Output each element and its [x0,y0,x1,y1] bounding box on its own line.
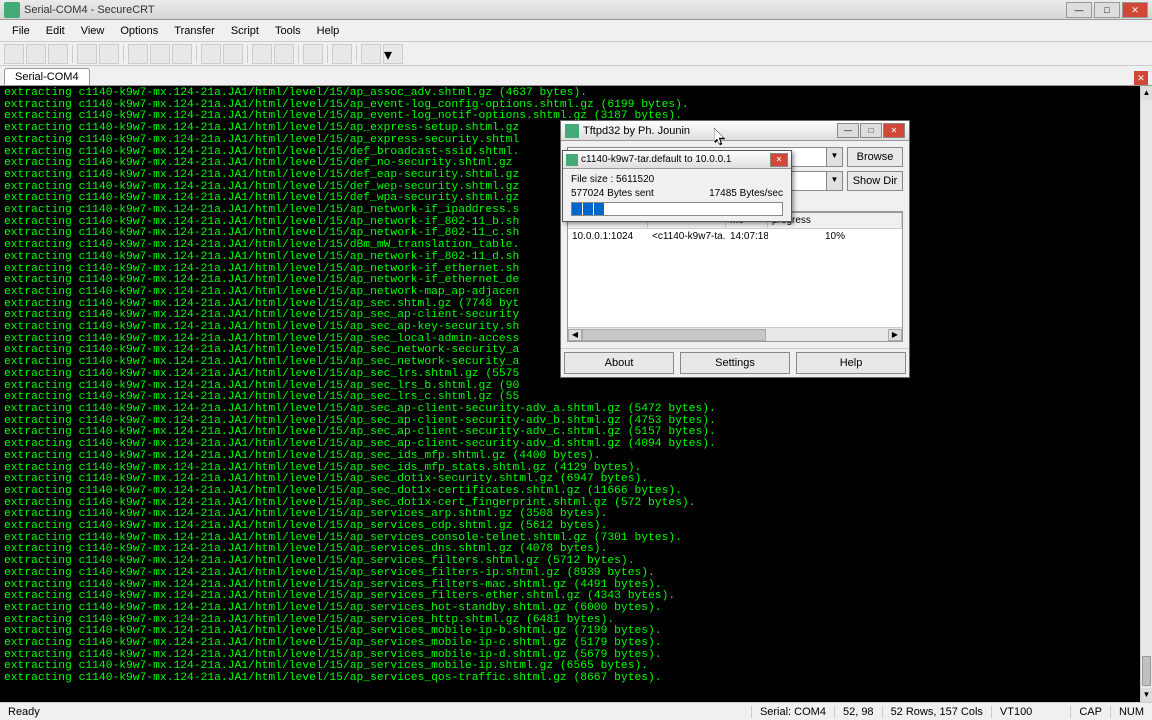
tool-globe-icon[interactable] [332,44,352,64]
tab-close-button[interactable]: ✕ [1134,71,1148,85]
tabbar: Serial-COM4 ✕ [0,66,1152,86]
status-cap: CAP [1070,706,1110,718]
progress-rate: 17485 Bytes/sec [709,188,783,199]
tftpd32-icon [565,124,579,138]
tftp-scroll-right-icon[interactable]: ▶ [888,329,902,341]
progress-bar [571,202,783,216]
maximize-button[interactable]: □ [1094,2,1120,18]
tool-sftp-icon[interactable] [361,44,381,64]
tool-reconnect-icon[interactable] [48,44,68,64]
tftp-dir-dropdown-icon[interactable]: ▼ [827,147,843,167]
scroll-down-icon[interactable]: ▼ [1141,688,1152,702]
scroll-up-icon[interactable]: ▲ [1141,86,1152,100]
tool-newtab-icon[interactable] [99,44,119,64]
progress-filesize: File size : 5611520 [571,174,654,185]
tool-find-icon[interactable] [172,44,192,64]
menu-view[interactable]: View [73,23,113,39]
tftp-list-row[interactable]: 10.0.0.1:1024 <c1140-k9w7-ta.. 14:07:18 … [568,229,902,244]
tool-connect-icon[interactable] [4,44,24,64]
tool-disconnect-icon[interactable] [77,44,97,64]
toolbar: ▾ [0,42,1152,66]
tool-dropdown-icon[interactable]: ▾ [383,44,403,64]
menu-tools[interactable]: Tools [267,23,309,39]
status-size: 52 Rows, 157 Cols [882,706,991,718]
tftp-cell-peer: 10.0.0.1:1024 [568,229,648,244]
tftpd32-titlebar[interactable]: Tftpd32 by Ph. Jounin — □ ✕ [561,121,909,141]
close-button[interactable]: ✕ [1122,2,1148,18]
scroll-thumb[interactable] [1142,656,1151,686]
window-title: Serial-COM4 - SecureCRT [24,4,1066,16]
tftp-cell-time: 14:07:18 [726,229,768,244]
status-num: NUM [1110,706,1152,718]
status-port: Serial: COM4 [751,706,834,718]
tftp-server-dropdown-icon[interactable]: ▼ [827,171,843,191]
help-button[interactable]: Help [796,352,906,374]
settings-button[interactable]: Settings [680,352,790,374]
browse-button[interactable]: Browse [847,147,903,167]
tftp-cell-file: <c1140-k9w7-ta.. [648,229,726,244]
tftp-close-button[interactable]: ✕ [883,123,905,138]
tool-options-icon[interactable] [252,44,272,64]
tool-sessionopts-icon[interactable] [274,44,294,64]
status-pos: 52, 98 [834,706,882,718]
tftp-maximize-button[interactable]: □ [860,123,882,138]
progress-titlebar[interactable]: c1140-k9w7-tar.default to 10.0.0.1 ✕ [563,151,791,169]
menu-help[interactable]: Help [309,23,348,39]
minimize-button[interactable]: — [1066,2,1092,18]
main-titlebar[interactable]: Serial-COM4 - SecureCRT — □ ✕ [0,0,1152,20]
tool-quickconnect-icon[interactable] [26,44,46,64]
app-icon [4,2,20,18]
tool-help-icon[interactable] [303,44,323,64]
tool-paste-icon[interactable] [150,44,170,64]
menu-transfer[interactable]: Transfer [166,23,223,39]
tftp-horizontal-scrollbar[interactable]: ◀ ▶ [568,327,902,341]
progress-sent: 577024 Bytes sent [571,188,654,199]
showdir-button[interactable]: Show Dir [847,171,903,191]
status-ready: Ready [0,706,751,718]
menu-options[interactable]: Options [112,23,166,39]
tool-copy-icon[interactable] [128,44,148,64]
progress-close-button[interactable]: ✕ [770,153,788,167]
tftp-cell-progress: 10% [768,229,902,244]
about-button[interactable]: About [564,352,674,374]
progress-icon [566,154,578,166]
menubar: File Edit View Options Transfer Script T… [0,20,1152,42]
menu-script[interactable]: Script [223,23,267,39]
tftpd32-title: Tftpd32 by Ph. Jounin [583,125,836,137]
session-tab[interactable]: Serial-COM4 [4,68,90,85]
progress-title: c1140-k9w7-tar.default to 10.0.0.1 [581,154,770,165]
tftp-minimize-button[interactable]: — [837,123,859,138]
menu-edit[interactable]: Edit [38,23,73,39]
menu-file[interactable]: File [4,23,38,39]
tftp-transfer-list[interactable]: me progress 10.0.0.1:1024 <c1140-k9w7-ta… [567,212,903,342]
tftp-scroll-left-icon[interactable]: ◀ [568,329,582,341]
statusbar: Ready Serial: COM4 52, 98 52 Rows, 157 C… [0,702,1152,720]
tftp-scroll-thumb[interactable] [582,329,766,341]
transfer-progress-window[interactable]: c1140-k9w7-tar.default to 10.0.0.1 ✕ Fil… [562,150,792,222]
tool-print-icon[interactable] [201,44,221,64]
vertical-scrollbar[interactable]: ▲ ▼ [1140,86,1152,702]
status-vt: VT100 [991,706,1040,718]
tool-printscreen-icon[interactable] [223,44,243,64]
